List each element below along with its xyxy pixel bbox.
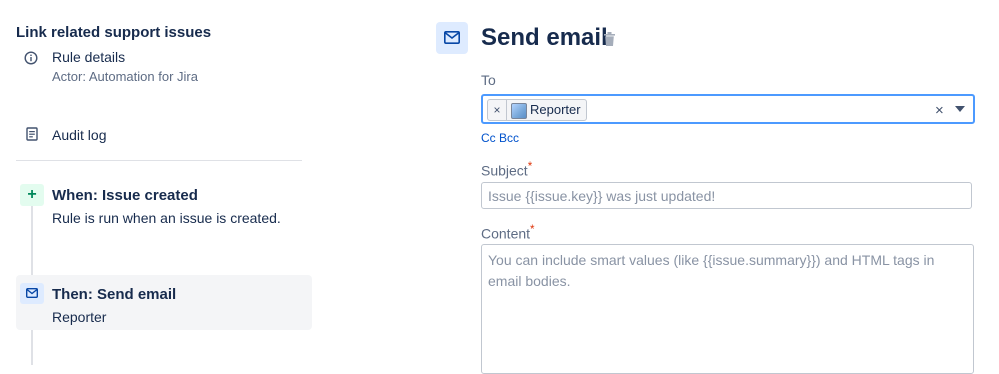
content-label: Content* bbox=[481, 223, 535, 242]
content-textarea[interactable] bbox=[481, 244, 974, 374]
action-title[interactable]: Then: Send email bbox=[52, 286, 176, 303]
mail-icon bbox=[436, 22, 468, 54]
sidebar-divider bbox=[16, 160, 302, 161]
content-label-text: Content bbox=[481, 225, 531, 242]
to-recipient-select[interactable]: × Reporter × bbox=[481, 94, 975, 124]
trigger-description: Rule is run when an issue is created. bbox=[52, 210, 281, 226]
info-icon bbox=[24, 51, 38, 65]
audit-log-link[interactable]: Audit log bbox=[52, 127, 106, 143]
close-icon[interactable]: × bbox=[488, 100, 507, 120]
trash-icon[interactable] bbox=[604, 32, 615, 46]
rule-details-link[interactable]: Rule details bbox=[52, 49, 125, 65]
subject-label-text: Subject bbox=[481, 162, 528, 179]
subject-input[interactable] bbox=[481, 182, 972, 209]
recipient-chip[interactable]: × Reporter bbox=[487, 99, 587, 121]
recipient-chip-label: Reporter bbox=[530, 102, 581, 117]
cc-bcc-link[interactable]: Cc Bcc bbox=[481, 131, 519, 145]
avatar bbox=[511, 103, 527, 119]
actor-text: Actor: Automation for Jira bbox=[52, 69, 198, 84]
action-description: Reporter bbox=[52, 309, 107, 325]
clear-icon[interactable]: × bbox=[935, 102, 944, 119]
subject-label: Subject* bbox=[481, 160, 532, 179]
rule-title: Link related support issues bbox=[16, 24, 212, 41]
mail-icon bbox=[20, 283, 44, 304]
trigger-title[interactable]: When: Issue created bbox=[52, 187, 198, 204]
panel-title: Send email bbox=[481, 24, 608, 51]
required-mark: * bbox=[527, 160, 533, 173]
to-label: To bbox=[481, 72, 496, 88]
chevron-down-icon[interactable] bbox=[955, 106, 965, 112]
required-mark: * bbox=[530, 223, 535, 236]
document-icon bbox=[26, 127, 38, 141]
plus-icon: + bbox=[20, 184, 44, 206]
